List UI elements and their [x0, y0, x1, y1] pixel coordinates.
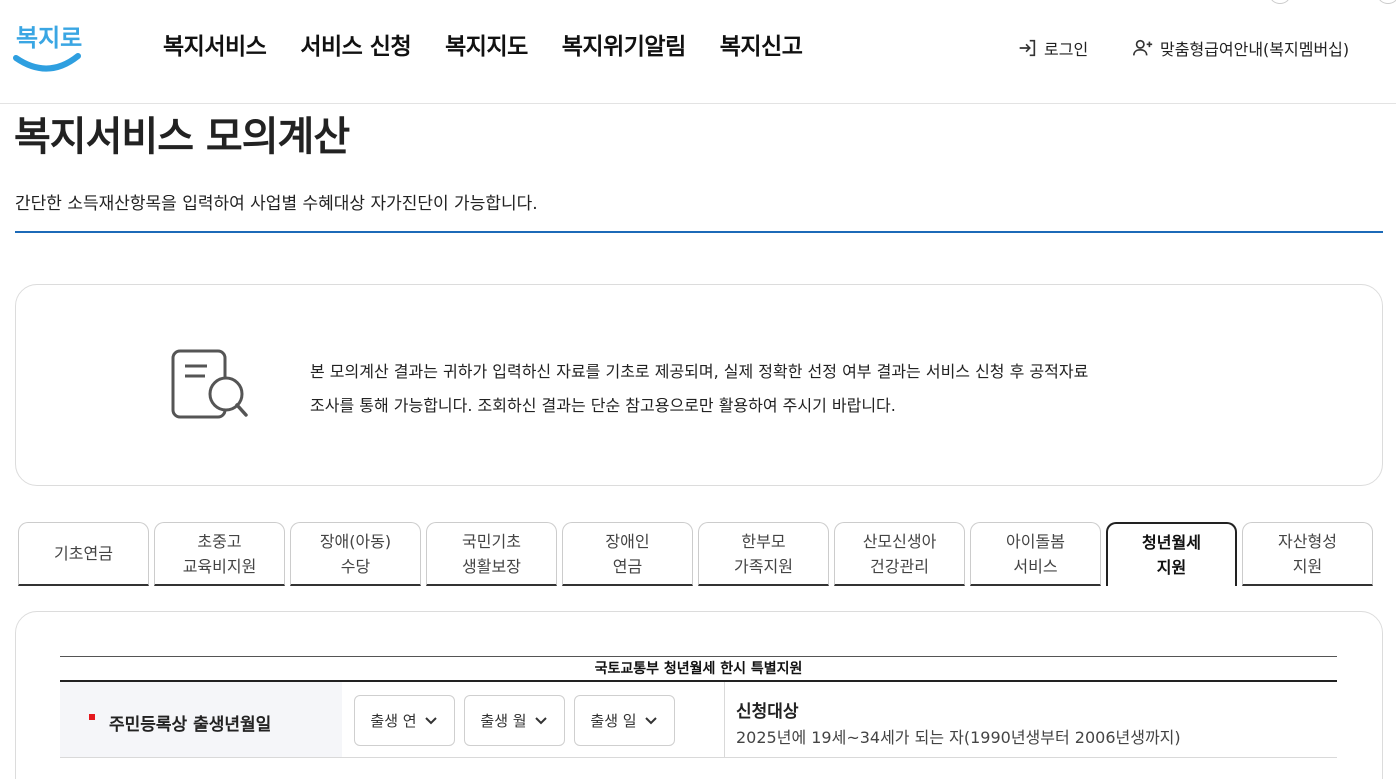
nav-welfare-report[interactable]: 복지신고 [720, 27, 803, 61]
target-title: 신청대상 [736, 702, 799, 722]
user-plus-icon [1133, 39, 1153, 56]
target-description: 2025년에 19세~34세가 되는 자(1990년생부터 2006년생까지) [736, 728, 1181, 747]
tab-label: 산모신생아 [862, 531, 937, 551]
document-search-icon [170, 348, 248, 424]
tab-asset-building[interactable]: 자산형성지원 [1242, 522, 1373, 586]
nav-service-apply[interactable]: 서비스 신청 [300, 27, 411, 61]
column-divider [724, 682, 725, 758]
login-label: 로그인 [1044, 40, 1089, 59]
chevron-down-icon [644, 716, 657, 724]
tab-label: 청년월세 [1142, 533, 1201, 552]
nav-crisis-alert[interactable]: 복지위기알림 [562, 27, 686, 61]
page-description: 간단한 소득재산항목을 입력하여 사업별 수혜대상 자가진단이 가능합니다. [15, 194, 538, 214]
tab-label: 교육비지원 [182, 556, 257, 576]
notice-line-2: 조사를 통해 가능합니다. 조회하신 결과는 단순 참고용으로만 활용하여 주시… [310, 396, 896, 415]
tab-disability-allowance[interactable]: 장애(아동) 수당 [290, 522, 421, 586]
birth-year-value: 출생 연 [370, 712, 417, 730]
nav-welfare-map[interactable]: 복지지도 [445, 27, 528, 61]
chevron-down-icon [534, 716, 547, 724]
tab-label: 아이돌봄 [1006, 531, 1065, 551]
row-bottom-line [60, 757, 1337, 758]
tab-maternal-newborn[interactable]: 산모신생아건강관리 [834, 522, 965, 586]
tab-label: 한부모 [741, 531, 786, 551]
tab-label: 장애(아동) [319, 531, 392, 551]
tab-label: 건강관리 [870, 556, 929, 576]
title-divider [15, 231, 1383, 233]
table-top-line [60, 656, 1337, 657]
tab-label: 장애인 [605, 531, 650, 551]
nav-welfare-service[interactable]: 복지서비스 [163, 27, 267, 61]
svg-text:복지로: 복지로 [16, 24, 82, 52]
tab-label: 국민기초 [462, 531, 521, 551]
chevron-down-icon [424, 716, 437, 724]
table-caption: 국토교통부 청년월세 한시 특별지원 [594, 661, 803, 677]
tab-label: 생활보장 [462, 556, 521, 576]
tab-disability-pension[interactable]: 장애인연금 [562, 522, 693, 586]
membership-label: 맞춤형급여안내(복지멤버십) [1160, 40, 1350, 59]
header-decoration [1270, 0, 1290, 4]
birth-month-select[interactable]: 출생 월 [464, 695, 565, 746]
login-icon [1019, 39, 1036, 57]
notice-box: 본 모의계산 결과는 귀하가 입력하신 자료를 기초로 제공되며, 실제 정확한… [15, 284, 1383, 486]
birthdate-label: 주민등록상 출생년월일 [109, 715, 272, 735]
tab-education-support[interactable]: 초중고교육비지원 [154, 522, 285, 586]
main-nav: 복지서비스 서비스 신청 복지지도 복지위기알림 복지신고 [163, 27, 803, 61]
required-mark [89, 714, 95, 720]
site-header: 복지로 복지서비스 서비스 신청 복지지도 복지위기알림 복지신고 로그인 맞춤… [0, 0, 1396, 104]
birth-month-value: 출생 월 [480, 712, 527, 730]
tab-basic-pension[interactable]: 기초연금 [18, 522, 149, 586]
tab-label: 수당 [340, 556, 371, 576]
birth-day-select[interactable]: 출생 일 [574, 695, 675, 746]
birth-day-value: 출생 일 [590, 712, 637, 730]
notice-text: 본 모의계산 결과는 귀하가 입력하신 자료를 기초로 제공되며, 실제 정확한… [310, 355, 1088, 423]
tab-label: 지원 [1292, 556, 1323, 576]
tab-child-care[interactable]: 아이돌봄서비스 [970, 522, 1101, 586]
membership-link[interactable]: 맞춤형급여안내(복지멤버십) [1132, 36, 1349, 60]
logo-icon: 복지로 [13, 24, 82, 72]
tab-label: 가족지원 [734, 556, 793, 576]
tab-basic-livelihood[interactable]: 국민기초생활보장 [426, 522, 557, 586]
page-title: 복지서비스 모의계산 [14, 114, 350, 160]
tab-label: 자산형성 [1278, 531, 1337, 551]
birth-year-select[interactable]: 출생 연 [354, 695, 455, 746]
login-link[interactable]: 로그인 [1016, 36, 1088, 60]
tab-label: 연금 [612, 556, 643, 576]
service-tabs: 기초연금 초중고교육비지원 장애(아동) 수당 국민기초생활보장 장애인연금 한부… [18, 522, 1373, 586]
tab-label: 기초연금 [54, 544, 113, 563]
tab-youth-rent[interactable]: 청년월세지원 [1106, 522, 1237, 586]
header-decoration-2 [1378, 0, 1396, 4]
tab-single-parent[interactable]: 한부모가족지원 [698, 522, 829, 586]
tab-label: 서비스 [1013, 556, 1058, 576]
tab-label: 초중고 [197, 531, 242, 551]
notice-line-1: 본 모의계산 결과는 귀하가 입력하신 자료를 기초로 제공되며, 실제 정확한… [310, 362, 1089, 381]
bokjiro-logo[interactable]: 복지로 [12, 16, 84, 76]
tab-label: 지원 [1156, 558, 1187, 577]
